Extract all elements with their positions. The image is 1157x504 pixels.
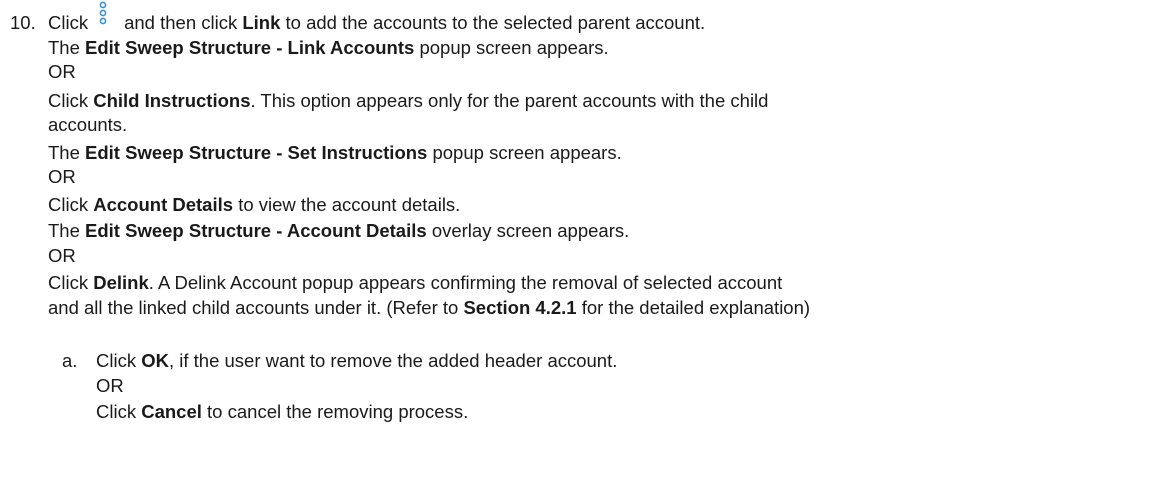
text: overlay screen appears. [431,220,630,241]
text: The [48,220,80,241]
text: and then click [124,12,238,33]
text: Click [48,272,89,293]
screen-name: Edit Sweep Structure - Account Details [85,220,427,241]
text: Click [48,90,89,111]
substep-line-1: Click OK, if the user want to remove the… [96,350,617,372]
text: Click [48,194,89,215]
option-name: Delink [93,272,149,293]
or-separator: OR [48,166,76,187]
step-line-11: Click Delink. A Delink Account popup app… [48,272,782,294]
substep-letter: a. [62,350,78,371]
link-term: Link [242,12,281,33]
or-separator: OR [96,375,124,396]
text: The [48,142,80,163]
step-number: 10. [10,12,36,33]
text: and all the linked child accounts under … [48,297,459,318]
step-line-6: The Edit Sweep Structure - Set Instructi… [48,142,622,164]
or-separator: OR [48,61,76,82]
text: , if the user want to remove the added h… [168,350,618,371]
screen-name: Edit Sweep Structure - Set Instructions [85,142,428,163]
step-line-2: The Edit Sweep Structure - Link Accounts… [48,37,609,59]
button-name: Cancel [141,401,202,422]
text: popup screen appears. [432,142,622,163]
text: to cancel the removing process. [207,401,469,422]
step-line-5: accounts. [48,114,128,135]
document-page: 10. Click and then click Link to add the … [0,0,1157,504]
button-name: OK [141,350,169,371]
text: Click [96,401,137,422]
step-line-9: The Edit Sweep Structure - Account Detai… [48,220,629,242]
step-line-4: Click Child Instructions. This option ap… [48,90,768,112]
text: . This option appears only for the paren… [250,90,769,111]
text: . A Delink Account popup appears confirm… [148,272,783,293]
text: Click [48,12,89,33]
step-line-12: and all the linked child accounts under … [48,297,810,319]
section-reference: Section 4.2.1 [463,297,577,318]
text: popup screen appears. [419,37,609,58]
text: Click [96,350,137,371]
text: to add the accounts to the selected pare… [285,12,706,33]
step-line-1: Click and then click Link to add the acco… [48,1,706,34]
text: to view the account details. [238,194,461,215]
text: for the detailed explanation) [581,297,811,318]
option-name: Child Instructions [93,90,251,111]
or-separator: OR [48,245,76,266]
screen-name: Edit Sweep Structure - Link Accounts [85,37,415,58]
substep-line-3: Click Cancel to cancel the removing proc… [96,401,468,423]
step-line-8: Click Account Details to view the accoun… [48,194,460,216]
kebab-menu-icon [96,1,110,34]
text: The [48,37,80,58]
option-name: Account Details [93,194,234,215]
